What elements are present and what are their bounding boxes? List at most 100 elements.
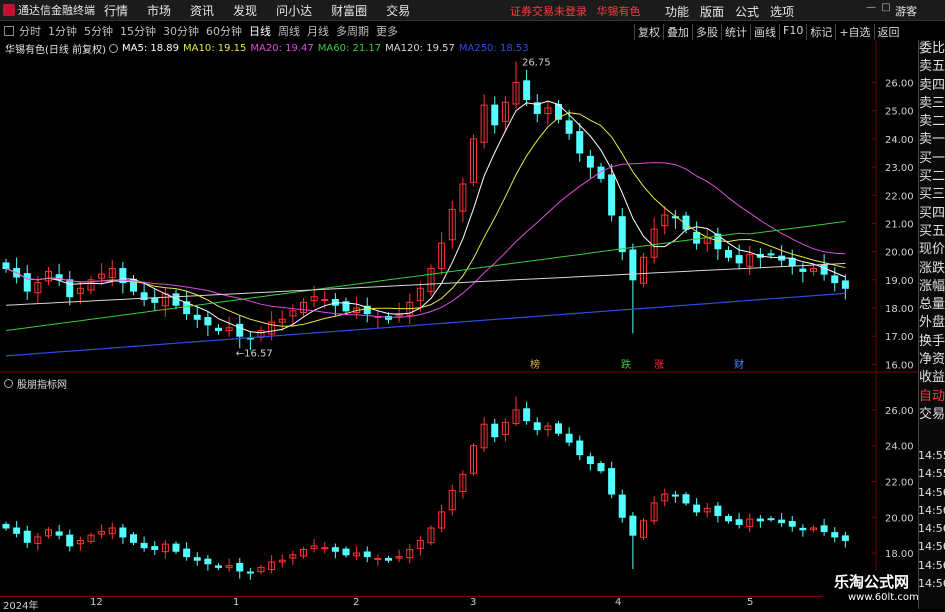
upper-grid: 16.00 17.00 18.00 19.00 20.00 21.00 22.00 23.00… xyxy=(872,79,914,371)
candle-body xyxy=(215,565,222,568)
candle-body xyxy=(491,423,499,438)
candle-body xyxy=(831,275,839,284)
upper-ma-lines xyxy=(5,100,846,357)
candle-body xyxy=(151,546,159,550)
candle-body xyxy=(321,547,329,550)
candle-body xyxy=(714,505,722,516)
candle-body xyxy=(767,518,775,521)
quote-label: 买四 xyxy=(919,205,945,221)
quote-label: 卖二 xyxy=(919,114,945,130)
candle-body xyxy=(183,548,191,558)
ma5-line xyxy=(5,100,846,334)
date-tick: 2024年 xyxy=(3,601,39,612)
candle-body xyxy=(767,253,775,256)
lower-panel-title: 股朋指标网 xyxy=(17,380,67,391)
lower-grid: 18.00 20.00 22.00 24.00 26.00 xyxy=(872,406,914,560)
y-tick-label: 26.00 xyxy=(885,406,914,417)
lower-panel-label: 股朋指标网 xyxy=(4,376,67,391)
candle-body xyxy=(374,557,382,560)
candle-body xyxy=(172,543,180,552)
candle-body xyxy=(565,433,573,443)
candle-body xyxy=(23,530,31,543)
high-price-label: 26.75 xyxy=(522,57,551,68)
y-tick-label: 16.00 xyxy=(885,360,914,371)
quote-label: 卖五 xyxy=(919,59,945,75)
quote-label: 净资 xyxy=(919,352,945,368)
candle-body xyxy=(2,523,10,529)
candle-body xyxy=(608,174,616,216)
candle-body xyxy=(13,527,21,534)
candle-body xyxy=(629,515,637,536)
candle-body xyxy=(331,547,339,552)
candle-body xyxy=(331,299,339,306)
date-tick: 2 xyxy=(353,597,360,608)
quote-label: 外盘 xyxy=(919,315,945,331)
candle-body xyxy=(799,527,807,531)
watermark-url: www.60lt.com xyxy=(848,592,919,603)
quote-label: 买二 xyxy=(919,169,945,185)
quote-label: 卖三 xyxy=(919,95,945,111)
chart-markers: 26.75 ←16.57 榜 跌 涨 财 xyxy=(236,57,744,371)
candle-body xyxy=(215,327,222,332)
candle-body xyxy=(321,299,329,302)
candle-body xyxy=(523,408,531,422)
ma10-line xyxy=(5,112,846,327)
candle-body xyxy=(841,535,849,542)
candle-body xyxy=(363,551,371,558)
quote-label: 收益 xyxy=(919,370,945,386)
trade-time: 14:56 xyxy=(918,540,945,554)
candle-body xyxy=(204,558,212,565)
candle-body xyxy=(597,463,605,472)
candle-body xyxy=(756,518,764,522)
quote-label: 现价 xyxy=(919,242,945,258)
watermark-title: 乐淘公式网 xyxy=(834,573,910,591)
quote-label: 买一 xyxy=(919,150,945,166)
quote-label: 总量 xyxy=(919,297,945,313)
quote-label: 涨跌 xyxy=(919,260,945,276)
candle-body xyxy=(576,131,584,154)
trade-time: 14:56 xyxy=(918,522,945,536)
candle-body xyxy=(533,422,541,431)
trade-time: 14:56 xyxy=(918,558,945,572)
y-tick-label: 26.00 xyxy=(885,79,914,90)
trade-time: 14:56 xyxy=(918,503,945,517)
date-axis: 2024年 12 1 2 3 4 5 xyxy=(0,596,918,612)
date-tick: 3 xyxy=(470,597,477,608)
watermark: 乐淘公式网 www.60lt.com xyxy=(822,570,919,609)
candle-body xyxy=(820,525,828,533)
candle-body xyxy=(204,317,212,326)
candle-body xyxy=(671,494,679,497)
trade-time: 14:56 xyxy=(918,577,945,591)
quote-label: 卖四 xyxy=(919,77,945,93)
candle-body xyxy=(342,548,350,556)
candle-body xyxy=(151,297,159,303)
candle-body xyxy=(193,314,201,320)
y-tick-label: 22.00 xyxy=(885,191,914,202)
event-marker: 跌 xyxy=(621,358,631,371)
candle-body xyxy=(55,531,63,536)
candle-body xyxy=(66,534,74,547)
candle-body xyxy=(608,468,616,495)
event-marker: 涨 xyxy=(654,359,664,371)
y-tick-label: 19.00 xyxy=(885,276,914,287)
quote-label: 涨幅 xyxy=(919,278,945,294)
time-column: 14:55 14:55 14:56 14:56 14:56 14:56 14:56 14:56 xyxy=(918,447,945,593)
candle-body xyxy=(788,521,796,527)
y-tick-label: 20.00 xyxy=(885,513,914,524)
y-tick-label: 21.00 xyxy=(885,219,914,230)
candle-body xyxy=(140,542,148,549)
candle-body xyxy=(725,250,732,258)
date-tick: 12 xyxy=(90,597,103,608)
price-chart[interactable]: 16.00 17.00 18.00 19.00 20.00 21.00 22.00 23.00… xyxy=(0,0,918,596)
event-marker: 榜 xyxy=(530,358,540,371)
candle-body xyxy=(820,264,828,275)
candle-body xyxy=(778,519,786,524)
candle-body xyxy=(735,519,743,525)
candle-body xyxy=(618,494,626,518)
gear-icon[interactable] xyxy=(4,379,13,388)
candle-body xyxy=(130,534,137,543)
quote-label: 交易 xyxy=(919,406,945,422)
quote-label: 卖一 xyxy=(919,132,945,148)
trade-time: 14:55 xyxy=(918,467,945,481)
lower-candles xyxy=(2,396,849,580)
